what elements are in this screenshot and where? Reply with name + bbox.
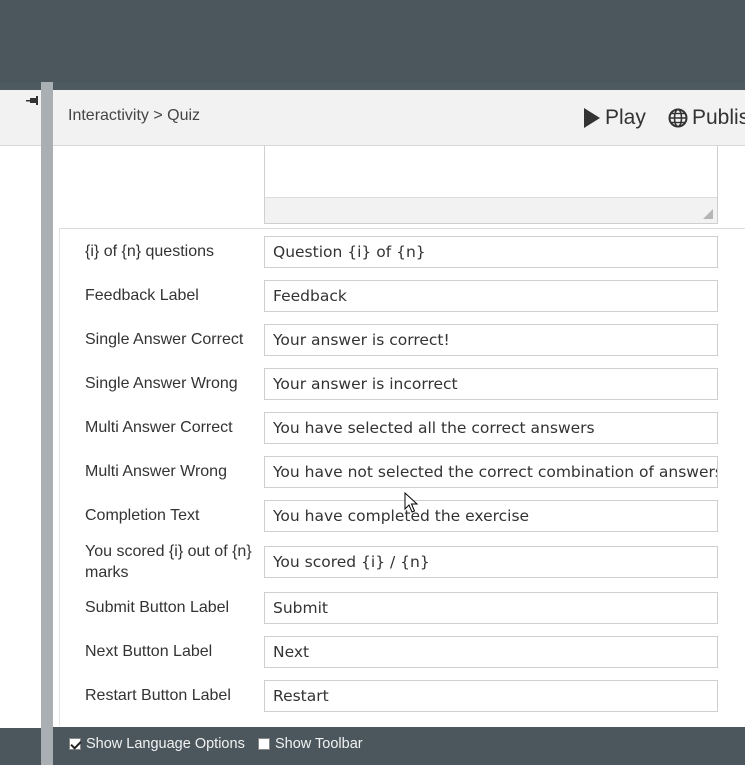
background-panel-header [0,90,41,146]
text-field[interactable]: You scored {i} / {n} [264,546,718,578]
breadcrumb: Interactivity > Quiz [68,107,201,124]
form-row: Multi Answer Wrong You have not selected … [53,456,745,488]
text-field[interactable]: You have completed the exercise [264,500,718,532]
background-bottom-bar [0,728,41,765]
form-row: You scored {i} out of {n} marks You score… [53,543,745,581]
text-field[interactable]: Feedback [264,280,718,312]
background-panel [0,90,41,728]
text-field[interactable]: Submit [264,592,718,624]
form-row: Submit Button Label Submit [53,592,745,624]
field-label: Completion Text [85,507,200,524]
field-label: Multi Answer Correct [85,419,233,436]
field-label: You scored {i} out of {n} marks [85,543,252,581]
text-field[interactable]: Restart [264,680,718,712]
field-label: Next Button Label [85,643,213,660]
field-label: Feedback Label [85,287,199,304]
play-label: Play [605,106,646,129]
play-button[interactable]: Play [583,106,646,130]
form-row: {i} of {n} questions Question {i} of {n} [53,236,745,268]
globe-icon [668,108,688,128]
resize-handle-icon[interactable] [703,209,713,219]
form-row: Completion Text You have completed the ex… [53,500,745,532]
field-label: Submit Button Label [85,599,230,616]
toolbar-label: Show Toolbar [275,736,363,752]
dialog-header: Interactivity > Quiz Play Publis [53,90,745,146]
bottom-options-bar: Show Language Options Show Toolbar [53,727,745,765]
text-field[interactable]: Next [264,636,718,668]
form-row: Single Answer Wrong Your answer is incorr… [53,368,745,400]
text-field[interactable]: You have selected all the correct answer… [264,412,718,444]
mouse-cursor-icon [404,492,418,513]
text-editor-area[interactable] [264,146,718,224]
text-field[interactable]: Question {i} of {n} [264,236,718,268]
language-options-checkbox[interactable] [69,738,81,750]
form-row: Feedback Label Feedback [53,280,745,312]
play-icon [584,108,600,128]
show-language-options-toggle[interactable]: Show Language Options [69,736,245,752]
publish-button[interactable]: Publis [668,106,745,130]
text-field[interactable]: Your answer is correct! [264,324,718,356]
form-row: Multi Answer Correct You have selected al… [53,412,745,444]
field-label: Multi Answer Wrong [85,463,227,480]
language-options-label: Show Language Options [86,736,245,752]
field-label: Single Answer Wrong [85,375,238,392]
field-label: Single Answer Correct [85,331,244,348]
quiz-settings-dialog: Interactivity > Quiz Play Publis {i} of … [53,90,745,765]
section-divider [59,228,745,229]
toolbar-checkbox[interactable] [258,738,270,750]
text-field[interactable]: You have not selected the correct combin… [264,456,718,488]
top-bar [0,0,745,82]
text-field[interactable]: Your answer is incorrect [264,368,718,400]
show-toolbar-toggle[interactable]: Show Toolbar [258,736,363,752]
pin-icon[interactable] [26,96,40,108]
form-row: Next Button Label Next [53,636,745,668]
panel-gutter [41,82,53,765]
field-label: Restart Button Label [85,687,231,704]
field-label: {i} of {n} questions [85,243,214,260]
publish-label: Publis [692,106,745,129]
form-row: Restart Button Label Restart [53,680,745,712]
editor-status-bar [265,197,717,223]
form-row: Single Answer Correct Your answer is corr… [53,324,745,356]
